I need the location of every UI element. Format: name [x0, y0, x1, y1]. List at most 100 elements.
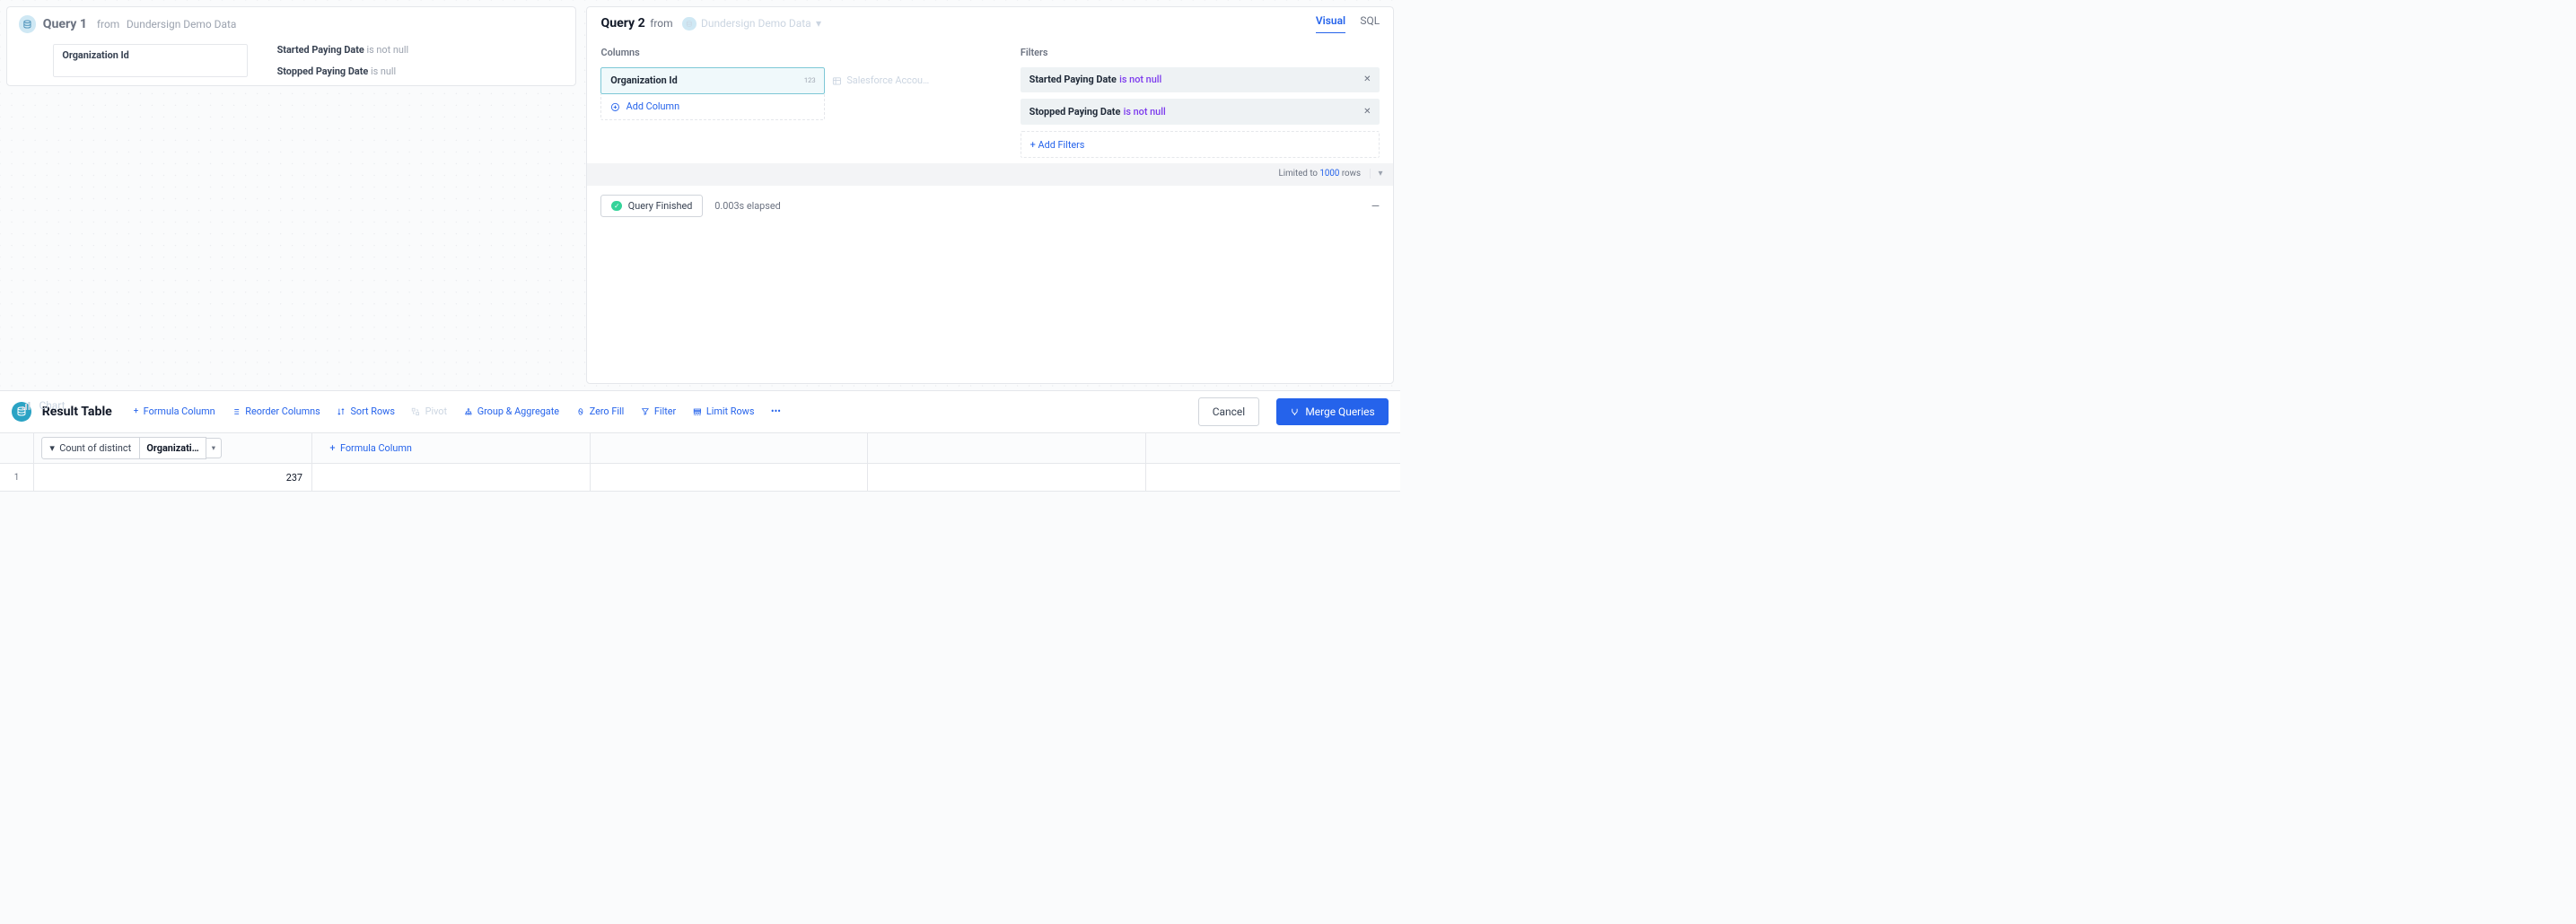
pivot-action: Pivot — [411, 405, 447, 417]
sort-rows-action[interactable]: Sort Rows — [337, 405, 395, 417]
filter-pill[interactable]: Started Paying Date is not null ✕ — [1021, 67, 1380, 92]
column-name: Organization Id — [610, 74, 677, 86]
empty-cell — [1146, 464, 1400, 492]
filter-pill[interactable]: Stopped Paying Date is not null ✕ — [1021, 99, 1380, 124]
action-label: Filter — [654, 405, 676, 417]
add-column-label: Add Column — [626, 100, 679, 112]
query2-source: Dundersign Demo Data — [701, 17, 811, 30]
query1-card[interactable]: Query 1 from Dundersign Demo Data Organi… — [6, 6, 577, 87]
remove-filter-icon[interactable]: ✕ — [1363, 107, 1371, 117]
add-formula-label: Formula Column — [340, 442, 412, 454]
agg-label: Count of distinct — [59, 442, 131, 454]
check-circle-icon: ✓ — [611, 201, 622, 212]
cancel-button[interactable]: Cancel — [1198, 397, 1260, 425]
row-number-header — [0, 433, 34, 463]
row-number: 1 — [0, 464, 34, 492]
columns-heading: Columns — [600, 47, 991, 58]
action-label: Pivot — [425, 405, 447, 417]
query2-from-label: from — [650, 17, 672, 30]
button-label: Merge Queries — [1305, 405, 1374, 418]
data-cell[interactable]: 237 — [34, 464, 312, 492]
column-options-dropdown[interactable]: ▾ — [206, 438, 221, 458]
sort-icon — [337, 406, 346, 416]
formula-column-action[interactable]: + Formula Column — [134, 405, 215, 417]
column-name-pill[interactable]: Organizati… — [140, 437, 206, 460]
filter-condition: is not null — [1124, 106, 1166, 118]
query-status-text: Query Finished — [628, 200, 693, 212]
filter-field: Started Paying Date — [277, 44, 364, 56]
empty-header — [1146, 433, 1400, 463]
add-formula-column-header[interactable]: + Formula Column — [312, 433, 591, 463]
empty-cell — [591, 464, 869, 492]
reorder-icon — [232, 406, 241, 416]
merge-icon — [1290, 405, 1300, 418]
group-aggregate-action[interactable]: Group & Aggregate — [464, 405, 560, 417]
filter-field: Started Paying Date — [1030, 74, 1117, 85]
tab-sql[interactable]: SQL — [1360, 14, 1380, 32]
filter-field: Stopped Paying Date — [277, 65, 369, 77]
bar-chart-icon — [21, 399, 31, 412]
column-header[interactable]: ▾ Count of distinct Organizati… ▾ — [34, 433, 312, 463]
query1-title: Query 1 — [43, 17, 87, 31]
result-area: Result Table + Formula Column Reorder Co… — [0, 390, 1400, 493]
database-icon — [682, 17, 696, 31]
pivot-icon — [411, 406, 420, 416]
chevron-down-icon: ▾ — [212, 444, 215, 453]
chevron-down-icon: ▾ — [49, 442, 54, 454]
filter-condition: is not null — [1119, 74, 1161, 85]
query-status-pill[interactable]: ✓ Query Finished — [600, 195, 703, 218]
filter-field: Stopped Paying Date — [1030, 106, 1121, 118]
plus-icon: + — [134, 406, 139, 416]
table-icon — [832, 74, 842, 86]
database-icon — [19, 15, 37, 33]
limit-prefix: Limited to — [1278, 169, 1318, 179]
reorder-columns-action[interactable]: Reorder Columns — [232, 405, 320, 417]
empty-cell — [312, 464, 591, 492]
chart-placeholder[interactable]: Chart — [21, 399, 66, 412]
next-column-placeholder[interactable]: Salesforce Accou… — [832, 67, 991, 94]
action-label: Formula Column — [144, 405, 215, 417]
filter-action[interactable]: Filter — [641, 405, 676, 417]
action-label: Reorder Columns — [245, 405, 320, 417]
zero-fill-action[interactable]: Zero Fill — [576, 405, 625, 417]
chart-label: Chart — [39, 399, 65, 412]
remove-filter-icon[interactable]: ✕ — [1363, 74, 1371, 84]
query1-source: Dundersign Demo Data — [127, 18, 237, 31]
tab-visual[interactable]: Visual — [1316, 14, 1345, 32]
empty-header — [868, 433, 1146, 463]
limit-suffix: rows — [1342, 169, 1361, 179]
action-label: Sort Rows — [350, 405, 394, 417]
query-elapsed: 0.003s elapsed — [714, 200, 780, 212]
add-column-button[interactable]: Add Column — [600, 94, 825, 120]
empty-cell — [868, 464, 1146, 492]
merge-queries-button[interactable]: Merge Queries — [1276, 398, 1389, 424]
table-row: 1 237 — [0, 464, 1400, 493]
filters-heading: Filters — [1021, 47, 1380, 58]
col-name-text: Organizati… — [146, 442, 198, 454]
aggregation-selector[interactable]: ▾ Count of distinct — [41, 437, 140, 460]
limit-dropdown[interactable]: ▾ — [1370, 169, 1383, 179]
query2-title: Query 2 — [600, 16, 644, 31]
limit-rows-action[interactable]: Limit Rows — [693, 405, 755, 417]
query1-from-label: from — [97, 18, 119, 31]
action-label: Group & Aggregate — [478, 405, 559, 417]
limit-rows-icon — [693, 406, 702, 416]
query1-column-chip[interactable]: Organization Id — [53, 44, 248, 77]
query2-card: Query 2 from Dundersign Demo Data ▾ Visu… — [586, 6, 1394, 385]
next-column-text: Salesforce Accou… — [846, 74, 929, 86]
chevron-down-icon: ▾ — [816, 17, 821, 30]
group-icon — [464, 406, 473, 416]
column-type-badge: 123 — [804, 76, 816, 84]
more-actions[interactable]: ••• — [771, 405, 781, 417]
chevron-down-icon: ▾ — [1378, 169, 1382, 179]
filter-condition: is not null — [366, 44, 408, 56]
add-filters-button[interactable]: + Add Filters — [1021, 131, 1380, 158]
query1-filter: Stopped Paying Date is null — [277, 65, 409, 77]
collapse-icon[interactable]: — — [1371, 200, 1380, 213]
column-pill[interactable]: Organization Id 123 — [600, 67, 825, 94]
query2-source-selector[interactable]: Dundersign Demo Data ▾ — [682, 17, 821, 31]
action-label: Zero Fill — [590, 405, 625, 417]
empty-header — [591, 433, 869, 463]
filter-condition: is null — [371, 65, 396, 77]
zero-fill-icon — [576, 406, 585, 416]
